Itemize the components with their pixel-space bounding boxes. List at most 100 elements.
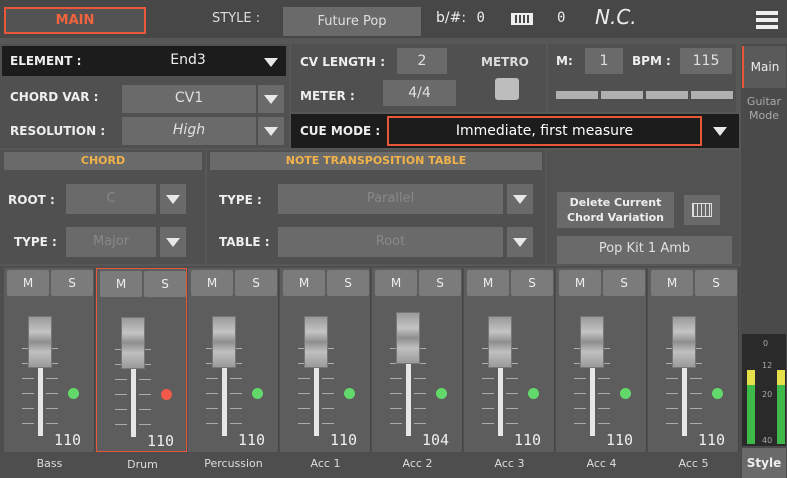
delete-chord-variation-button[interactable]: Delete Current Chord Variation — [557, 192, 674, 228]
mute-button[interactable]: M — [7, 270, 49, 296]
fader-tick — [666, 378, 678, 379]
fader-tick — [666, 423, 678, 424]
element-value[interactable]: End3 — [128, 52, 248, 68]
drum-kit-field[interactable]: Pop Kit 1 Amb — [557, 236, 732, 264]
tab-main[interactable]: MAIN — [4, 7, 146, 34]
fader-tick — [230, 378, 242, 379]
chord-var-label: CHORD VAR : — [10, 90, 99, 104]
fader-tick — [206, 408, 218, 409]
level-scale-40: 40 — [762, 436, 773, 445]
fader-tick — [139, 379, 151, 380]
fader-tick — [230, 393, 242, 394]
volume-fader-handle[interactable] — [672, 316, 696, 368]
channel-name[interactable]: Acc 4 — [556, 454, 647, 474]
element-dropdown[interactable] — [258, 48, 284, 76]
channel-name[interactable]: Acc 3 — [464, 454, 555, 474]
side-tab-style[interactable]: Style — [742, 448, 786, 478]
fader-track — [406, 356, 411, 436]
solo-button[interactable]: S — [511, 270, 553, 296]
solo-button[interactable]: S — [235, 270, 277, 296]
cv-length-label: CV LENGTH : — [300, 55, 386, 69]
channel-activity-led — [712, 388, 723, 399]
solo-button[interactable]: S — [695, 270, 737, 296]
chord-type-dropdown — [160, 227, 186, 257]
beat-indicator-3 — [646, 91, 688, 99]
ntt-table-field: Root — [278, 227, 503, 257]
style-name-field[interactable]: Future Pop — [283, 7, 421, 36]
fader-tick — [206, 423, 218, 424]
cue-mode-field[interactable]: Immediate, first measure — [387, 116, 702, 146]
channel-name[interactable]: Drum — [97, 455, 188, 475]
solo-button[interactable]: S — [144, 271, 186, 297]
cue-mode-label: CUE MODE : — [300, 124, 381, 138]
channel-name[interactable]: Bass — [4, 454, 95, 474]
fader-track — [682, 356, 687, 436]
meter-label: METER : — [300, 89, 355, 103]
volume-fader-handle[interactable] — [580, 316, 604, 368]
fader-tick — [206, 393, 218, 394]
chevron-down-icon — [166, 194, 180, 204]
cue-mode-dropdown[interactable] — [707, 117, 733, 145]
meter-field[interactable]: 4/4 — [383, 80, 456, 106]
volume-value: 110 — [238, 431, 266, 449]
fader-tick — [22, 423, 34, 424]
chord-var-dropdown[interactable] — [258, 85, 284, 113]
mute-button[interactable]: M — [559, 270, 601, 296]
chevron-down-icon — [513, 237, 527, 247]
grid-icon-button[interactable] — [684, 195, 720, 225]
fader-tick — [322, 378, 334, 379]
level-meter-right — [777, 370, 785, 444]
solo-button[interactable]: S — [603, 270, 645, 296]
fader-tick — [46, 423, 58, 424]
delete-button-line1: Delete Current — [569, 196, 662, 209]
fader-tick — [598, 378, 610, 379]
channel-name[interactable]: Acc 5 — [648, 454, 739, 474]
fader-tick — [574, 393, 586, 394]
volume-fader-handle[interactable] — [488, 316, 512, 368]
menu-icon[interactable] — [756, 11, 778, 29]
volume-fader-handle[interactable] — [28, 316, 52, 368]
solo-button[interactable]: S — [51, 270, 93, 296]
mute-button[interactable]: M — [191, 270, 233, 296]
fader-tick — [482, 408, 494, 409]
bpm-field[interactable]: 115 — [680, 48, 732, 74]
mixer-channel: M S 110 Acc 1 — [280, 268, 371, 470]
channel-name[interactable]: Percussion — [188, 454, 279, 474]
cv-length-field[interactable]: 2 — [397, 48, 447, 74]
channel-name[interactable]: Acc 1 — [280, 454, 371, 474]
fader-track — [314, 356, 319, 436]
metro-toggle[interactable] — [495, 78, 519, 100]
resolution-dropdown[interactable] — [258, 117, 284, 145]
fader-tick — [115, 394, 127, 395]
side-tab-main[interactable]: Main — [742, 46, 786, 88]
fader-track — [131, 357, 136, 437]
fader-tick — [139, 409, 151, 410]
style-main-page: { "topbar":{"main_tab":"MAIN","style_lab… — [0, 0, 787, 478]
chevron-down-icon — [713, 126, 727, 136]
mixer-channel: M S 110 Drum — [96, 268, 187, 471]
ntt-section-title: NOTE TRANSPOSITION TABLE — [210, 152, 542, 170]
mixer-channel: M S 110 Bass — [4, 268, 95, 470]
solo-button[interactable]: S — [327, 270, 369, 296]
channel-activity-led — [161, 389, 172, 400]
mute-button[interactable]: M — [467, 270, 509, 296]
mute-button[interactable]: M — [651, 270, 693, 296]
side-tab-guitar[interactable]: Guitar Mode — [742, 93, 786, 127]
channel-name[interactable]: Acc 2 — [372, 454, 463, 474]
mute-button[interactable]: M — [375, 270, 417, 296]
volume-fader-handle[interactable] — [212, 316, 236, 368]
volume-fader-handle[interactable] — [304, 316, 328, 368]
volume-fader-handle[interactable] — [396, 312, 420, 364]
solo-button[interactable]: S — [419, 270, 461, 296]
mixer-channel: M S 110 Percussion — [188, 268, 279, 470]
fader-tick — [482, 393, 494, 394]
volume-fader-handle[interactable] — [121, 317, 145, 369]
mute-button[interactable]: M — [100, 271, 142, 297]
fader-tick — [206, 378, 218, 379]
root-dropdown — [160, 184, 186, 214]
resolution-field[interactable]: High — [122, 117, 256, 145]
mute-button[interactable]: M — [283, 270, 325, 296]
chord-var-field[interactable]: CV1 — [122, 85, 256, 113]
key-signature[interactable]: b/#: 0 — [436, 10, 485, 26]
fader-tick — [22, 393, 34, 394]
